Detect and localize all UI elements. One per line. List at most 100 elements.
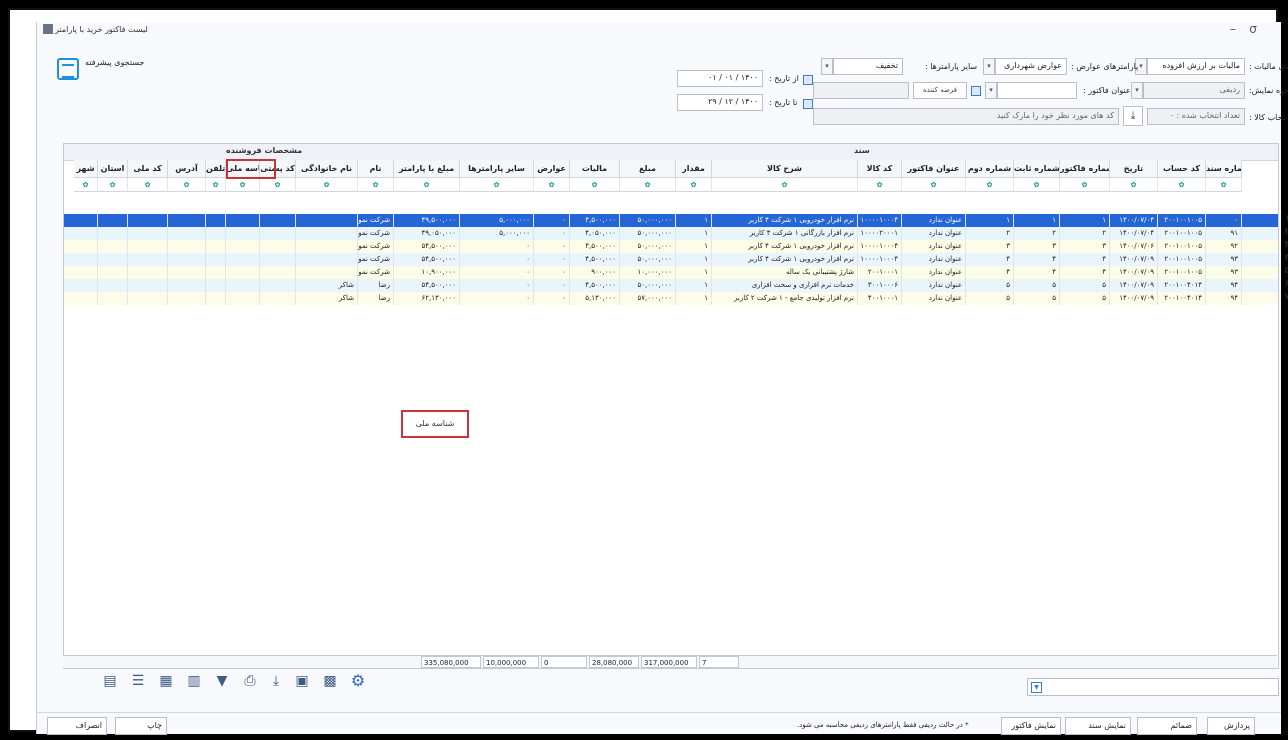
filter-cell-icon[interactable]: ✿ xyxy=(206,178,226,192)
header-fixed_no[interactable]: شماره ثابت xyxy=(1014,160,1060,178)
filter-cell-icon[interactable]: ✿ xyxy=(74,178,98,192)
table-row[interactable]: ۹۳ ۲۰۰۱۰۰۱۰۰۵ ۱۴۰۰/۰۷/۰۹ ۴ ۴ ۴ عنوان ندارد ۲۰۰۱… xyxy=(64,266,1288,279)
filter-cell-icon[interactable]: ✿ xyxy=(676,178,712,192)
calculator-icon[interactable]: ▦ xyxy=(157,672,175,690)
goods-codes-field[interactable]: کد های مورد نظر خود را مارک کنید xyxy=(813,108,1119,125)
header-phone[interactable]: تلفن xyxy=(206,160,226,178)
show-invoice-button[interactable]: نمایش فاکتور xyxy=(1001,717,1061,735)
to-date-field[interactable]: ۱۴۰۰ / ۱۲ / ۲۹ xyxy=(677,94,763,111)
cell-goods_code: ۱۰۰۰۰۱۰۰۰۴ xyxy=(858,214,902,227)
display-mode-field[interactable]: ردیفی xyxy=(1143,82,1245,99)
cell-qty: ۱ xyxy=(676,227,712,240)
export-icon[interactable]: ▤ xyxy=(101,672,119,690)
filter-cell-icon[interactable]: ✿ xyxy=(534,178,570,192)
discount-dropdown-icon[interactable]: ▾ xyxy=(821,58,833,75)
header-account[interactable]: کد حساب xyxy=(1158,160,1206,178)
table-row[interactable]: ۹۴ ۲۰۰۱۰۰۴۰۱۴ ۱۴۰۰/۰۷/۰۹ ۵ ۵ ۵ عنوان ندارد ۴۰۰۱… xyxy=(64,292,1288,305)
seller-button[interactable]: فرضه کننده xyxy=(913,82,967,99)
grid-filter-box[interactable]: ▼ xyxy=(1027,678,1279,696)
filter-cell-icon[interactable]: ✿ xyxy=(902,178,966,192)
filter-cell-icon[interactable]: ✿ xyxy=(260,178,296,192)
header-national_code[interactable]: کد ملی xyxy=(128,160,168,178)
image-export-icon[interactable]: ▣ xyxy=(293,672,311,690)
header-province[interactable]: استان xyxy=(98,160,128,178)
header-tax[interactable]: مالیات xyxy=(570,160,620,178)
invoice-title-label: عنوان فاکتور : xyxy=(1083,86,1131,95)
advanced-search-icon[interactable] xyxy=(57,58,79,80)
filter-icon[interactable]: ▼ xyxy=(213,672,231,690)
filter-cell-icon[interactable]: ✿ xyxy=(128,178,168,192)
invoice-title-field[interactable] xyxy=(997,82,1077,99)
filter-cell-icon[interactable]: ✿ xyxy=(394,178,460,192)
filter-cell-icon[interactable]: ✿ xyxy=(1014,178,1060,192)
discount-field[interactable]: تخفیف xyxy=(833,58,903,75)
cell-doc_no: ۹۴ xyxy=(1206,292,1242,305)
header-total[interactable]: مبلغ با پارامتر xyxy=(394,160,460,178)
table-row[interactable]: ۹۳ ۲۰۰۱۰۰۱۰۰۵ ۱۴۰۰/۰۷/۰۹ ۴ ۴ ۴ عنوان ندارد ۱۰۰۰… xyxy=(64,253,1288,266)
print-icon[interactable]: ⎙ xyxy=(241,672,259,690)
from-date-field[interactable]: ۱۴۰۰ / ۰۱ / ۰۱ xyxy=(677,70,763,87)
header-city[interactable]: شهر xyxy=(74,160,98,178)
filter-cell-icon[interactable]: ✿ xyxy=(858,178,902,192)
header-address[interactable]: آدرس xyxy=(168,160,206,178)
header-family[interactable]: نام خانوادگی xyxy=(296,160,358,178)
header-qty[interactable]: مقدار xyxy=(676,160,712,178)
grid-settings-icon[interactable]: ▩ xyxy=(321,672,339,690)
filter-cell-icon[interactable]: ✿ xyxy=(358,178,394,192)
table-row[interactable]: ۹۴ ۲۰۰۱۰۰۴۰۱۴ ۱۴۰۰/۰۷/۰۹ ۵ ۵ ۵ عنوان ندارد ۳۰۰۱… xyxy=(64,279,1288,292)
cell-province xyxy=(98,279,128,292)
column-chooser-icon[interactable]: ▥ xyxy=(185,672,203,690)
filter-cell-icon[interactable]: ✿ xyxy=(460,178,534,192)
header-other[interactable]: سایر پارامترها xyxy=(460,160,534,178)
filter-cell-icon[interactable]: ✿ xyxy=(1206,178,1242,192)
header-invoice_title[interactable]: عنوان فاکتور xyxy=(902,160,966,178)
header-name[interactable]: نام xyxy=(358,160,394,178)
filter-cell-icon[interactable]: ✿ xyxy=(570,178,620,192)
header-date[interactable]: تاریخ xyxy=(1110,160,1158,178)
header-amount[interactable]: مبلغ xyxy=(620,160,676,178)
process-button[interactable]: پردازش xyxy=(1207,717,1255,735)
header-invoice_no[interactable]: شماره فاکتور xyxy=(1060,160,1110,178)
to-date-checkbox[interactable] xyxy=(803,99,813,109)
filter-cell-icon[interactable]: ✿ xyxy=(168,178,206,192)
window-title: لیست فاکتور خرید با پارامتر xyxy=(55,25,148,34)
table-row[interactable]: ۹۱ ۲۰۰۱۰۰۱۰۰۵ ۱۴۰۰/۰۷/۰۴ ۲ ۲ ۲ عنوان ندارد ۱۰۰۰… xyxy=(64,227,1288,240)
seller-checkbox[interactable] xyxy=(971,86,981,96)
filter-cell-icon[interactable]: ✿ xyxy=(1110,178,1158,192)
duties-params-field[interactable]: عوارض شهرداری xyxy=(995,58,1067,75)
filter-cell-icon[interactable]: ✿ xyxy=(1060,178,1110,192)
filter-cell-icon[interactable]: ✿ xyxy=(98,178,128,192)
gear-icon[interactable]: ⚙ xyxy=(349,672,367,690)
invoice-title-dropdown-icon[interactable]: ▾ xyxy=(985,82,997,99)
filter-cell-icon[interactable]: ✿ xyxy=(966,178,1014,192)
cell-total: ۵۴,۵۰۰,۰۰۰ xyxy=(394,253,460,266)
tax-params-field[interactable]: مالیات بر ارزش افزوده xyxy=(1147,58,1245,75)
from-date-checkbox[interactable] xyxy=(803,75,813,85)
show-document-button[interactable]: نمایش سند xyxy=(1065,717,1131,735)
download-icon[interactable]: ⤓ xyxy=(267,672,285,690)
duties-params-dropdown-icon[interactable]: ▾ xyxy=(983,58,995,75)
attachments-button[interactable]: ضمائم xyxy=(1137,717,1197,735)
table-row[interactable]: ۰ ۲۰۰۱۰۰۱۰۰۵ ۱۴۰۰/۰۷/۰۴ ۱ ۱ ۱ عنوان ندارد ۱۰۰۰۰… xyxy=(64,214,1288,227)
filter-cell-icon[interactable]: ✿ xyxy=(226,178,260,192)
goods-select-icon[interactable]: ⤓ xyxy=(1123,106,1143,126)
display-mode-dropdown-icon[interactable]: ▾ xyxy=(1131,82,1143,99)
header-doc_no[interactable]: شماره سند xyxy=(1206,160,1242,178)
columns-icon[interactable]: ☰ xyxy=(129,672,147,690)
minimize-button[interactable]: – xyxy=(1223,22,1243,36)
cancel-button[interactable]: انصراف xyxy=(47,717,107,735)
header-goods_desc[interactable]: شرح کالا xyxy=(712,160,858,178)
filter-cell-icon[interactable]: ✿ xyxy=(296,178,358,192)
filter-cell-icon[interactable]: ✿ xyxy=(1158,178,1206,192)
header-duties[interactable]: عوارض xyxy=(534,160,570,178)
restore-button[interactable]: σ xyxy=(1243,22,1263,36)
print-button[interactable]: چاپ xyxy=(115,717,167,735)
seller-field[interactable] xyxy=(813,82,909,99)
filter-cell-icon[interactable]: ✿ xyxy=(712,178,858,192)
goods-codes-placeholder: کد های مورد نظر خود را مارک کنید xyxy=(996,111,1114,120)
filter-cell-icon[interactable]: ✿ xyxy=(620,178,676,192)
cell-date: ۱۴۰۰/۰۷/۰۹ xyxy=(1110,266,1158,279)
table-row[interactable]: ۹۲ ۲۰۰۱۰۰۱۰۰۵ ۱۴۰۰/۰۷/۰۶ ۳ ۳ ۳ عنوان ندارد ۱۰۰۰… xyxy=(64,240,1288,253)
header-second_no[interactable]: شماره دوم xyxy=(966,160,1014,178)
header-goods_code[interactable]: کد کالا xyxy=(858,160,902,178)
